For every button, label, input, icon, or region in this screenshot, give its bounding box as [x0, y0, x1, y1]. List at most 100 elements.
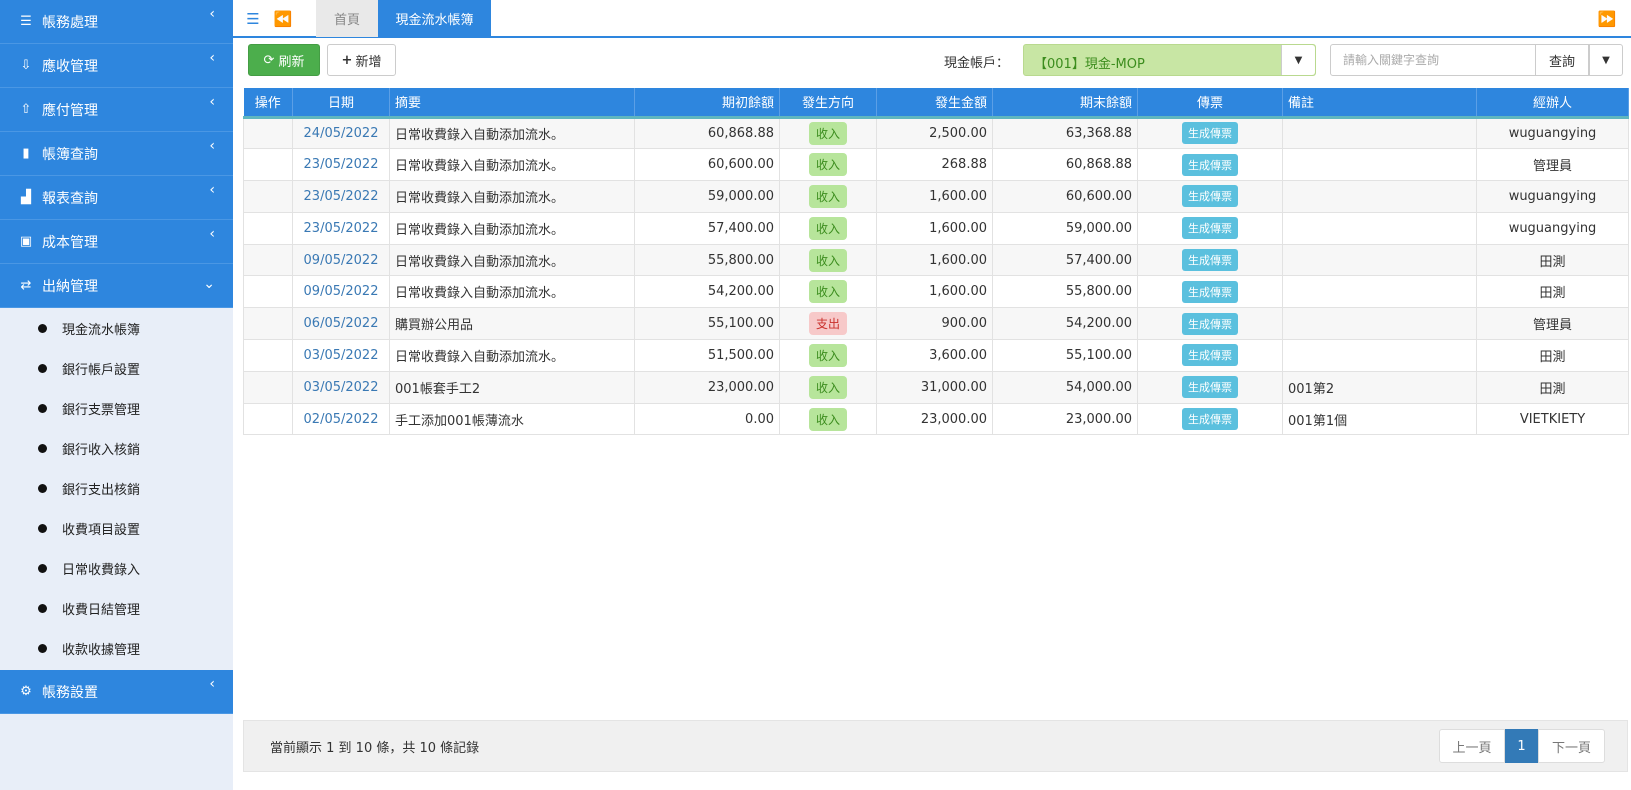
tab-cash-ledger[interactable]: 現金流水帳簿: [378, 0, 491, 37]
cell-opening: 0.00: [634, 403, 780, 436]
menu-cost[interactable]: ▣ 成本管理 ‹: [0, 220, 233, 264]
sidebar-item-cash-ledger[interactable]: 現金流水帳簿: [0, 308, 233, 348]
date-link[interactable]: 09/05/2022: [304, 284, 379, 299]
menu-accounting[interactable]: ☰ 帳務處理 ‹: [0, 0, 233, 44]
menu-settings[interactable]: ⚙ 帳務設置 ‹: [0, 670, 233, 714]
generate-voucher-button[interactable]: 生成傳票: [1182, 344, 1238, 367]
generate-voucher-button[interactable]: 生成傳票: [1182, 312, 1238, 335]
table-row[interactable]: 23/05/2022 日常收費錄入自動添加流水。 57,400.00 收入 1,600.…: [243, 212, 1629, 245]
cell-amount: 1,600.00: [876, 212, 993, 245]
col-header-voucher[interactable]: 傳票: [1137, 88, 1283, 119]
date-link[interactable]: 23/05/2022: [304, 157, 379, 172]
direction-badge: 收入: [808, 153, 847, 177]
col-header-summary[interactable]: 摘要: [389, 88, 635, 119]
menu-reports[interactable]: ▟ 報表查詢 ‹: [0, 176, 233, 220]
table-row[interactable]: 09/05/2022 日常收費錄入自動添加流水。 55,800.00 收入 1,600.…: [243, 244, 1629, 277]
refresh-button[interactable]: ⟳ 刷新: [248, 44, 320, 76]
cell-action: [243, 371, 293, 404]
account-label: 現金帳戶：: [944, 56, 1010, 71]
col-header-note[interactable]: 備註: [1282, 88, 1477, 119]
table-row[interactable]: 03/05/2022 001帳套手工2 23,000.00 收入 31,000.00 54…: [243, 371, 1629, 404]
table-header-row: 操作 日期 摘要 期初餘額 發生方向 發生金額 期末餘額 傳票 備註 經辦人: [243, 88, 1629, 119]
cell-voucher: 生成傳票: [1137, 339, 1283, 372]
generate-voucher-button[interactable]: 生成傳票: [1182, 217, 1238, 240]
next-page-button[interactable]: 下一頁: [1538, 729, 1605, 763]
cell-amount: 23,000.00: [876, 403, 993, 436]
account-select[interactable]: 【001】現金-MOP ▼: [1023, 44, 1316, 76]
col-header-opening[interactable]: 期初餘額: [634, 88, 780, 119]
search-input[interactable]: [1330, 44, 1536, 76]
sidebar-item-fee-items[interactable]: 收費項目設置: [0, 508, 233, 548]
generate-voucher-button[interactable]: 生成傳票: [1182, 153, 1238, 176]
table-row[interactable]: 02/05/2022 手工添加001帳薄流水 0.00 收入 23,000.00 23,0…: [243, 403, 1629, 436]
sidebar-item-bank-expense[interactable]: 銀行支出核銷: [0, 468, 233, 508]
table-row[interactable]: 03/05/2022 日常收費錄入自動添加流水。 51,500.00 收入 3,600.…: [243, 339, 1629, 372]
cell-voucher: 生成傳票: [1137, 117, 1283, 150]
table-row[interactable]: 24/05/2022 日常收費錄入自動添加流水。 60,868.88 收入 2,500.…: [243, 117, 1629, 150]
add-button[interactable]: + 新增: [327, 44, 396, 76]
bar-chart-icon: ▟: [21, 190, 31, 205]
table-row[interactable]: 06/05/2022 購買辦公用品 55,100.00 支出 900.00 54,200.…: [243, 307, 1629, 341]
col-header-date[interactable]: 日期: [292, 88, 390, 119]
col-header-closing[interactable]: 期末餘額: [992, 88, 1138, 119]
menu-books[interactable]: ▮ 帳簿查詢 ‹: [0, 132, 233, 176]
col-header-handler[interactable]: 經辦人: [1476, 88, 1629, 119]
scroll-right-icon[interactable]: ⏩: [1595, 8, 1619, 30]
sidebar-item-bank-account[interactable]: 銀行帳戶設置: [0, 348, 233, 388]
table-row[interactable]: 23/05/2022 日常收費錄入自動添加流水。 59,000.00 收入 1,600.…: [243, 180, 1629, 213]
tab-home[interactable]: 首頁: [316, 0, 378, 37]
caret-down-icon[interactable]: ▼: [1589, 44, 1623, 76]
cell-closing: 54,000.00: [992, 371, 1138, 404]
sidebar-item-receipts[interactable]: 收款收據管理: [0, 628, 233, 668]
cell-voucher: 生成傳票: [1137, 275, 1283, 309]
menu-cashier[interactable]: ⇄ 出納管理 ⌄: [0, 264, 233, 308]
generate-voucher-button[interactable]: 生成傳票: [1182, 408, 1238, 431]
cell-opening: 51,500.00: [634, 339, 780, 372]
menu-label: 帳簿查詢: [42, 146, 98, 163]
date-link[interactable]: 23/05/2022: [304, 189, 379, 204]
table-row[interactable]: 09/05/2022 日常收費錄入自動添加流水。 54,200.00 收入 1,600.…: [243, 275, 1629, 309]
date-link[interactable]: 03/05/2022: [304, 348, 379, 363]
menu-receivable[interactable]: ⇩ 應收管理 ‹: [0, 44, 233, 88]
cell-date: 23/05/2022: [292, 180, 390, 213]
bullet-icon: [38, 523, 47, 533]
generate-voucher-button[interactable]: 生成傳票: [1182, 249, 1238, 272]
date-link[interactable]: 03/05/2022: [304, 380, 379, 395]
col-header-action[interactable]: 操作: [243, 88, 293, 119]
sidebar-item-daily-fee[interactable]: 日常收費錄入: [0, 548, 233, 588]
date-link[interactable]: 24/05/2022: [304, 126, 379, 141]
col-header-amount[interactable]: 發生金額: [876, 88, 993, 119]
toggle-sidebar-icon[interactable]: ☰: [241, 8, 265, 30]
sidebar-item-daily-close[interactable]: 收費日結管理: [0, 588, 233, 628]
cell-note: [1282, 148, 1477, 182]
menu-label: 報表查詢: [42, 190, 98, 207]
prev-page-button[interactable]: 上一頁: [1439, 729, 1505, 763]
book-icon: ▮: [22, 146, 30, 161]
caret-down-icon[interactable]: ▼: [1281, 45, 1315, 75]
sidebar-item-bank-cheque[interactable]: 銀行支票管理: [0, 388, 233, 428]
sub-item-label: 現金流水帳簿: [62, 322, 141, 338]
col-header-direction[interactable]: 發生方向: [779, 88, 877, 119]
bullet-icon: [38, 603, 47, 613]
search-button[interactable]: 查詢: [1536, 44, 1589, 76]
generate-voucher-button[interactable]: 生成傳票: [1182, 376, 1238, 399]
generate-voucher-button[interactable]: 生成傳票: [1182, 185, 1238, 208]
sub-item-label: 銀行支出核銷: [62, 482, 141, 498]
cell-opening: 23,000.00: [634, 371, 780, 404]
menu-payable[interactable]: ⇧ 應付管理 ‹: [0, 88, 233, 132]
cell-direction: 收入: [779, 403, 877, 436]
page-1-button[interactable]: 1: [1505, 729, 1538, 763]
generate-voucher-button[interactable]: 生成傳票: [1182, 280, 1238, 303]
date-link[interactable]: 06/05/2022: [304, 316, 379, 331]
table-row[interactable]: 23/05/2022 日常收費錄入自動添加流水。 60,600.00 收入 268.88…: [243, 148, 1629, 182]
generate-voucher-button[interactable]: 生成傳票: [1182, 122, 1238, 145]
sidebar: ☰ 帳務處理 ‹ ⇩ 應收管理 ‹ ⇧ 應付管理 ‹ ▮ 帳簿查詢 ‹ ▟ 報表…: [0, 0, 233, 790]
date-link[interactable]: 09/05/2022: [304, 253, 379, 268]
date-link[interactable]: 02/05/2022: [304, 412, 379, 427]
sidebar-item-bank-income[interactable]: 銀行收入核銷: [0, 428, 233, 468]
menu-label: 成本管理: [42, 234, 98, 251]
date-link[interactable]: 23/05/2022: [304, 221, 379, 236]
cell-action: [243, 117, 293, 150]
cell-action: [243, 403, 293, 436]
scroll-left-icon[interactable]: ⏪: [271, 8, 295, 30]
